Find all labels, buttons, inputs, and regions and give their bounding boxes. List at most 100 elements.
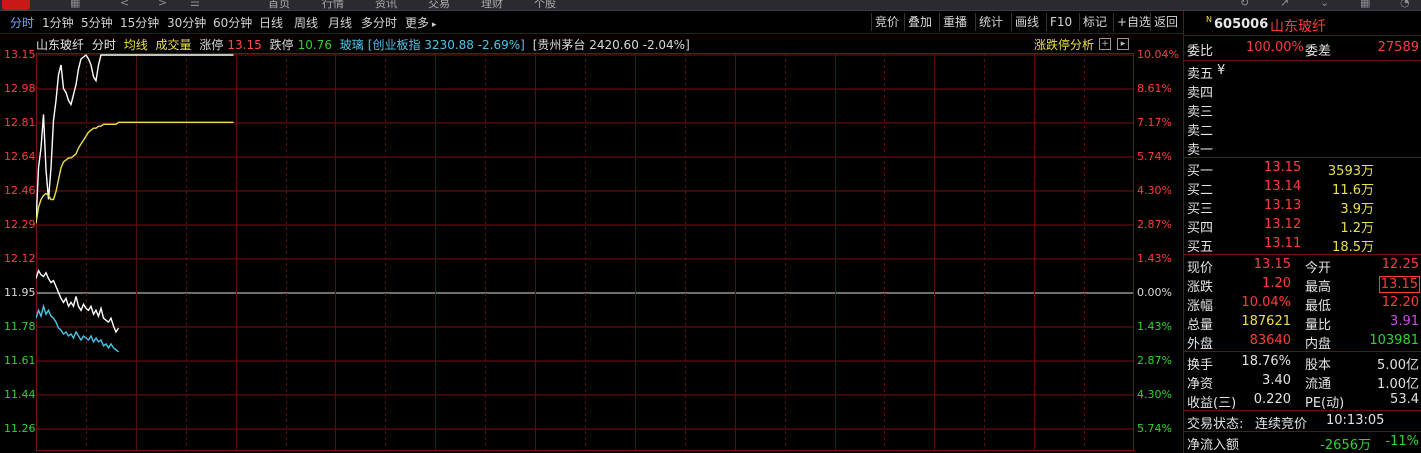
top-menu-market[interactable]: 行情 [322, 0, 344, 10]
chart-volume-label[interactable]: 成交量 [156, 38, 192, 52]
top-menu-trade[interactable]: 交易 [428, 0, 450, 10]
fund-label: 股本 [1305, 358, 1332, 373]
bid-row: 买三 13.13 3.9万 [1184, 197, 1421, 217]
chart-next-button[interactable]: ▸ [1117, 38, 1129, 50]
stat-value: 12.25 [1381, 257, 1419, 272]
trade-time: 10:13:05 [1326, 413, 1385, 428]
tab-60min[interactable]: 60分钟 [213, 14, 252, 31]
toolbar-f10-button[interactable]: F10 [1046, 13, 1075, 31]
y-tick-percent: 8.61% [1137, 82, 1172, 95]
toolbar-stats-button[interactable]: 统计 [975, 13, 1006, 31]
net-inflow-row: 净流入额 -2656万 -11% [1184, 433, 1421, 453]
ask-row: 卖五 ¥ [1184, 62, 1421, 82]
bid-price: 13.12 [1264, 217, 1302, 232]
stat-label: 总量 [1187, 318, 1214, 333]
net-inflow-value: -2656万 [1320, 438, 1371, 453]
top-menu-news[interactable]: 资讯 [375, 0, 397, 10]
window-icon[interactable]: ▦ [70, 0, 80, 9]
forward-arrow-icon[interactable]: > [158, 0, 167, 9]
tab-more[interactable]: 更多 [405, 14, 436, 31]
chart-add-button[interactable]: + [1099, 38, 1111, 50]
y-tick-percent: 7.17% [1137, 116, 1172, 129]
toolbar-back-button[interactable]: 返回 [1150, 13, 1181, 31]
app-logo [2, 0, 30, 10]
top-menu-home[interactable]: 首页 [268, 0, 290, 10]
tab-1min[interactable]: 1分钟 [42, 14, 74, 31]
top-menu-stock[interactable]: 个股 [534, 0, 556, 10]
fund-row: 净资 3.40 流通 1.00亿 [1184, 372, 1421, 392]
toolbar-overlay-button[interactable]: 叠加 [904, 13, 935, 31]
y-tick-percent: 1.43% [1137, 320, 1172, 333]
index-moutai[interactable]: [贵州茅台 2420.60 -2.04%] [533, 38, 690, 52]
chart-stock-name: 山东玻纤 [36, 38, 85, 52]
y-tick-price: 12.12 [4, 252, 36, 265]
y-tick-percent: 4.30% [1137, 388, 1172, 401]
ask-row: 卖三 [1184, 100, 1421, 120]
stat-value: 1.20 [1262, 276, 1291, 291]
stat-label: 外盘 [1187, 337, 1214, 352]
bid-price: 13.14 [1264, 179, 1302, 194]
toolbar-mark-button[interactable]: 标记 [1079, 13, 1110, 31]
bid-row: 买四 13.12 1.2万 [1184, 216, 1421, 236]
y-tick-price: 12.81 [4, 116, 36, 129]
y-tick-percent: 1.43% [1137, 252, 1172, 265]
fund-value: 1.00亿 [1377, 377, 1419, 392]
toolbar-auction-button[interactable]: 竞价 [871, 13, 902, 31]
y-tick-percent: 5.74% [1137, 422, 1172, 435]
bid-label: 买四 [1187, 221, 1214, 236]
chart-avg-line-label[interactable]: 均线 [124, 38, 148, 52]
menu-lines-icon[interactable]: ☰ [190, 0, 200, 9]
bid-volume: 18.5万 [1332, 240, 1374, 255]
y-tick-price: 12.98 [4, 82, 36, 95]
limit-down-value: 10.76 [297, 38, 332, 52]
tab-5min[interactable]: 5分钟 [81, 14, 113, 31]
bid-row: 买五 13.11 18.5万 [1184, 235, 1421, 255]
tab-15min[interactable]: 15分钟 [120, 14, 159, 31]
app-topbar: ▦ < > ☰ 首页 行情 资讯 交易 理财 个股 ↻ ↗ ⌄ ▦ ◔ [0, 0, 1421, 11]
back-arrow-icon[interactable]: < [120, 0, 129, 9]
fund-label: 净资 [1187, 377, 1214, 392]
y-tick-percent: 10.04% [1137, 48, 1179, 61]
tab-monthly[interactable]: 月线 [328, 14, 352, 31]
stat-row: 涨跌 1.20 最高 13.15 [1184, 275, 1421, 295]
chevron-icon[interactable]: ⌄ [1320, 0, 1329, 9]
bid-volume: 1.2万 [1340, 221, 1374, 236]
fund-label: 换手 [1187, 358, 1214, 373]
tab-daily[interactable]: 日线 [259, 14, 283, 31]
tab-weekly[interactable]: 周线 [294, 14, 318, 31]
new-stock-badge: N [1206, 15, 1212, 24]
toolbar-add-watchlist-button[interactable]: +自选 [1113, 13, 1154, 31]
fund-value: 0.220 [1253, 392, 1291, 407]
index-cyb[interactable]: [创业板指 3230.88 -2.69%] [368, 38, 525, 52]
stat-label: 量比 [1305, 318, 1332, 333]
chart-fenshi-label[interactable]: 分时 [92, 38, 116, 52]
y-tick-price: 11.61 [4, 354, 36, 367]
series-line-2 [36, 269, 120, 334]
stock-code: 605006 [1214, 17, 1269, 32]
tab-30min[interactable]: 30分钟 [167, 14, 206, 31]
fund-label: 流通 [1305, 377, 1332, 392]
toolbar-draw-button[interactable]: 画线 [1011, 13, 1042, 31]
fund-row: 换手 18.76% 股本 5.00亿 [1184, 353, 1421, 373]
stat-row: 现价 13.15 今开 12.25 [1184, 256, 1421, 276]
stat-value: 187621 [1241, 314, 1291, 329]
limit-analysis-link[interactable]: 涨跌停分析 [1034, 36, 1094, 53]
fund-value: 18.76% [1241, 354, 1291, 369]
grid-icon[interactable]: ▦ [1360, 0, 1370, 9]
sector-link[interactable]: 玻璃 [340, 38, 364, 52]
bid-price: 13.15 [1264, 160, 1302, 175]
tab-fenshi[interactable]: 分时 [10, 14, 34, 31]
stat-label: 最低 [1305, 299, 1332, 314]
y-tick-percent: 2.87% [1137, 354, 1172, 367]
bid-price: 13.11 [1264, 236, 1302, 251]
stat-value: 103981 [1369, 333, 1419, 348]
stat-row: 外盘 83640 内盘 103981 [1184, 332, 1421, 352]
toolbar-replay-button[interactable]: 重播 [939, 13, 970, 31]
stat-label: 涨跌 [1187, 280, 1214, 295]
bid-volume: 11.6万 [1332, 183, 1374, 198]
share-icon[interactable]: ↗ [1280, 0, 1289, 9]
tab-multi-fenshi[interactable]: 多分时 [361, 14, 397, 31]
user-icon[interactable]: ◔ [1400, 0, 1410, 9]
refresh-icon[interactable]: ↻ [1240, 0, 1249, 9]
top-menu-finance[interactable]: 理财 [481, 0, 503, 10]
